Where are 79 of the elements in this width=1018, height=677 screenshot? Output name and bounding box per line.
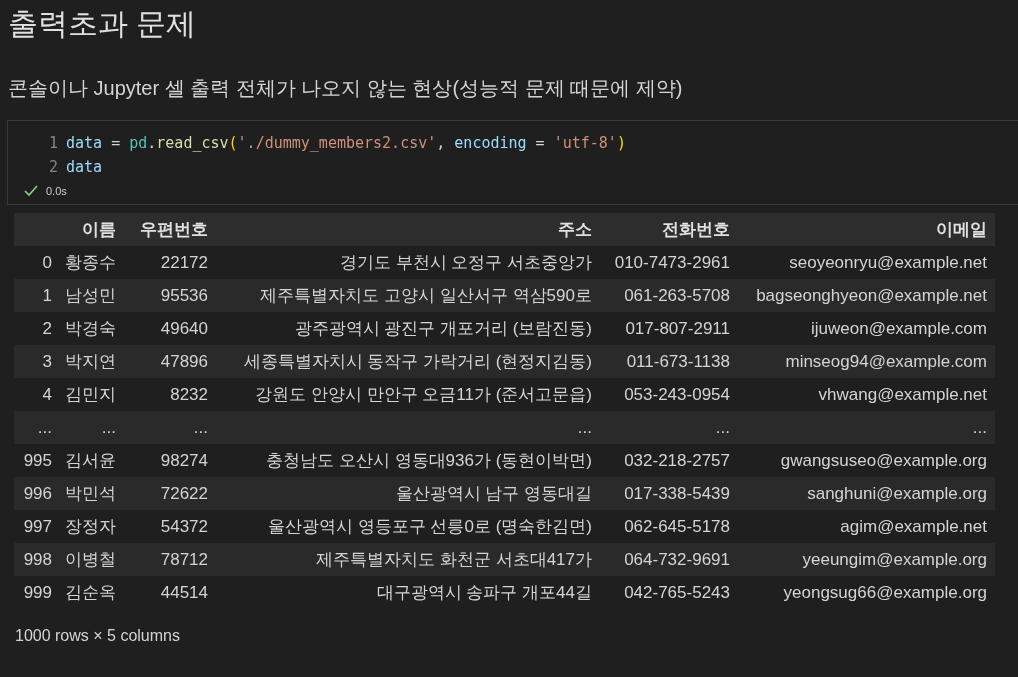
column-header: 이메일 [738,213,995,246]
table-cell: 010-7473-2961 [600,246,738,279]
row-index: 1 [14,279,60,312]
table-cell: vhwang@example.net [738,378,995,411]
table-cell: ... [600,411,738,444]
table-cell: 박지연 [60,345,124,378]
table-cell: 95536 [124,279,216,312]
table-cell: 061-263-5708 [600,279,738,312]
table-cell: 042-765-5243 [600,576,738,609]
row-index: 4 [14,378,60,411]
table-cell: 장정자 [60,510,124,543]
row-index: ... [14,411,60,444]
table-cell: 김민지 [60,378,124,411]
table-cell: 44514 [124,576,216,609]
table-cell: 72622 [124,477,216,510]
table-cell: 세종특별자치시 동작구 가락거리 (현정지김동) [216,345,600,378]
table-cell: 98274 [124,444,216,477]
table-cell: 032-218-2757 [600,444,738,477]
row-index: 997 [14,510,60,543]
table-cell: 54372 [124,510,216,543]
table-cell: 8232 [124,378,216,411]
row-index: 2 [14,312,60,345]
table-cell: 017-338-5439 [600,477,738,510]
table-cell: 49640 [124,312,216,345]
row-index: 999 [14,576,60,609]
table-cell: 011-673-1138 [600,345,738,378]
table-cell: yeeungim@example.org [738,543,995,576]
code-line: data [66,157,103,178]
row-index: 998 [14,543,60,576]
table-cell: ... [738,411,995,444]
column-header: 주소 [216,213,600,246]
heading: 출력초과 문제 [7,6,198,42]
table-cell: 박민석 [60,477,124,510]
table-cell: yeongsug66@example.org [738,576,995,609]
table-cell: ijuweon@example.com [738,312,995,345]
table-cell: 김서윤 [60,444,124,477]
table-cell: 이병철 [60,543,124,576]
table-cell: 황종수 [60,246,124,279]
table-cell: 경기도 부천시 오정구 서초중앙가 [216,246,600,279]
table-cell: 제주특별자치도 고양시 일산서구 역삼590로 [216,279,600,312]
table-cell: bagseonghyeon@example.net [738,279,995,312]
table-cell: gwangsuseo@example.org [738,444,995,477]
column-header: 이름 [60,213,124,246]
table-cell: 017-807-2911 [600,312,738,345]
table-cell: 충청남도 오산시 영동대936가 (동현이박면) [216,444,600,477]
table-cell: ... [124,411,216,444]
description: 콘솔이나 Jupyter 셀 출력 전체가 나오지 않는 현상(성능적 문제 때문에 제약) [8,76,684,101]
table-cell: minseog94@example.com [738,345,995,378]
table-cell: 김순옥 [60,576,124,609]
table-cell: 박경숙 [60,312,124,345]
table-cell: 울산광역시 남구 영동대길 [216,477,600,510]
row-index: 996 [14,477,60,510]
table-cell: 제주특별자치도 화천군 서초대417가 [216,543,600,576]
table-cell: 대구광역시 송파구 개포44길 [216,576,600,609]
table-cell: ... [60,411,124,444]
line-number: 2 [47,157,59,178]
table-cell: 울산광역시 영등포구 선릉0로 (명숙한김면) [216,510,600,543]
table-cell: seoyeonryu@example.net [738,246,995,279]
table-cell: 47896 [124,345,216,378]
table-cell: 광주광역시 광진구 개포거리 (보람진동) [216,312,600,345]
column-header: 전화번호 [600,213,738,246]
table-cell: agim@example.net [738,510,995,543]
table-cell: 062-645-5178 [600,510,738,543]
table-cell: 22172 [124,246,216,279]
table-cell: 강원도 안양시 만안구 오금11가 (준서고문읍) [216,378,600,411]
row-index: 995 [14,444,60,477]
row-index: 0 [14,246,60,279]
table-cell: 78712 [124,543,216,576]
table-cell: ... [216,411,600,444]
table-cell: 064-732-9691 [600,543,738,576]
table-summary: 1000 rows × 5 columns [15,627,181,645]
row-index: 3 [14,345,60,378]
table-cell: sanghuni@example.org [738,477,995,510]
table-cell: 남성민 [60,279,124,312]
table-cell: 053-243-0954 [600,378,738,411]
column-header: 우편번호 [124,213,216,246]
execution-time: 0.0s [46,185,67,197]
line-number: 1 [47,133,59,154]
code-line: data = pd.read_csv('./dummy_members2.csv', encoding = 'utf-8') [66,133,626,154]
